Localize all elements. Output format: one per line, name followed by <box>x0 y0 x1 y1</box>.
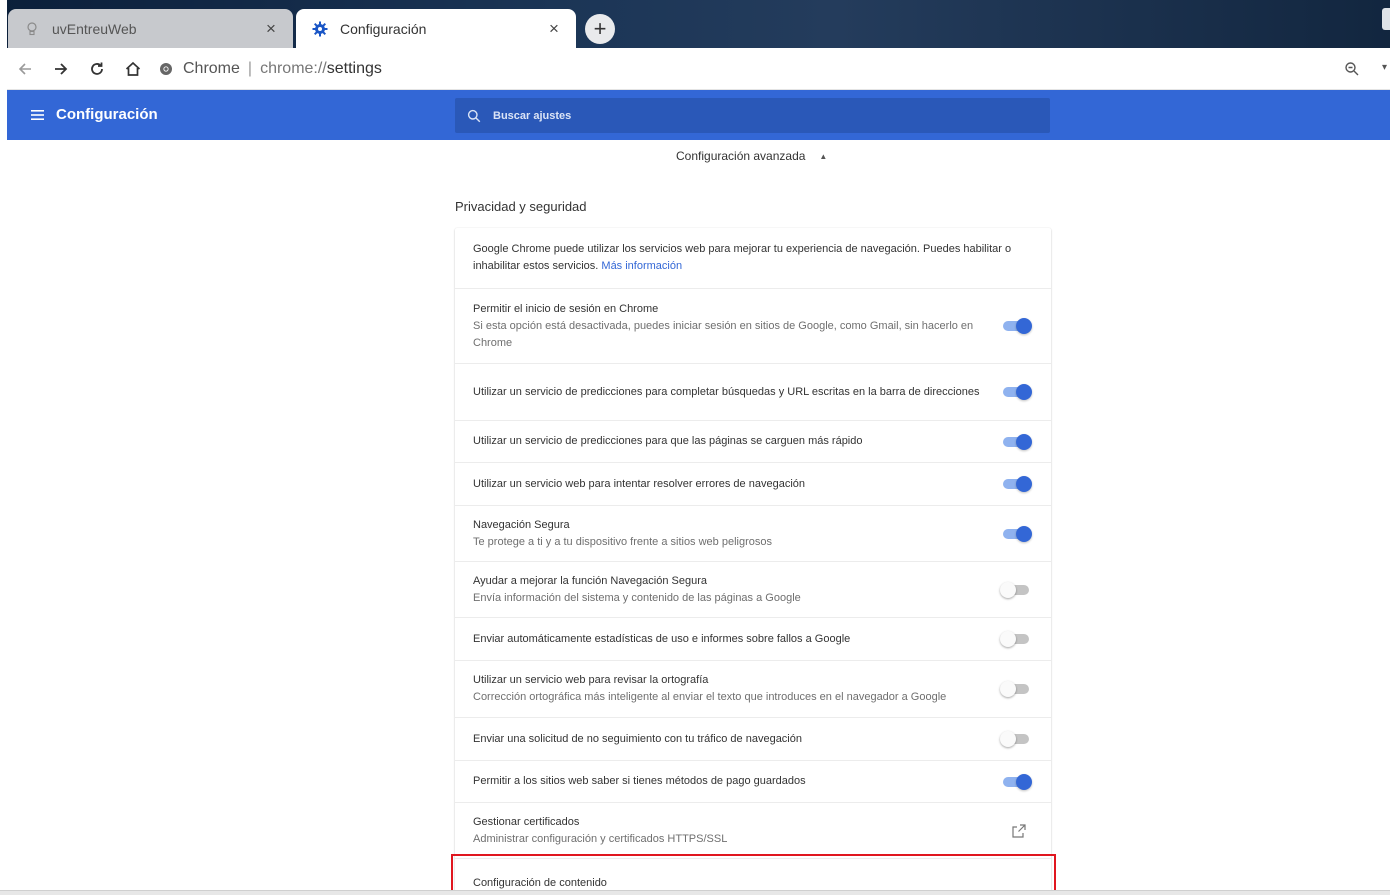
setting-label: Utilizar un servicio web para revisar la… <box>473 674 709 686</box>
advanced-settings-label: Configuración avanzada <box>676 149 806 163</box>
setting-row-safe-browsing-report[interactable]: Ayudar a mejorar la función Navegación S… <box>455 561 1051 617</box>
setting-row-spellcheck[interactable]: Utilizar un servicio web para revisar la… <box>455 660 1051 717</box>
nav-errors-toggle[interactable] <box>1000 476 1032 492</box>
new-tab-button[interactable]: + <box>585 14 615 44</box>
url-path: settings <box>326 59 382 77</box>
search-input[interactable] <box>493 109 1013 122</box>
external-link-icon[interactable] <box>1011 823 1027 839</box>
home-icon <box>125 61 141 76</box>
setting-sublabel: Te protege a ti y a tu dispositivo frent… <box>473 535 772 548</box>
setting-label: Permitir el inicio de sesión en Chrome <box>473 302 659 315</box>
site-info-chip[interactable]: Chrome <box>159 60 240 78</box>
setting-sublabel: Si esta opción está desactivada, puedes … <box>473 319 974 349</box>
tab-title: Configuración <box>340 20 427 37</box>
intro-text: Google Chrome puede utilizar los servici… <box>473 241 1017 275</box>
search-predictions-toggle[interactable] <box>1000 384 1032 400</box>
reload-icon <box>91 62 103 75</box>
tab-strip: uvEntreuWeb × Configuración × + <box>0 0 1390 48</box>
safe-browsing-toggle[interactable] <box>1000 525 1032 542</box>
search-icon <box>467 109 481 122</box>
omnibox-separator: | <box>247 59 253 77</box>
page-preload-toggle[interactable] <box>1000 433 1032 450</box>
setting-label: Enviar automáticamente estadísticas de u… <box>473 632 851 645</box>
tab-uventreuweb[interactable]: uvEntreuWeb × <box>8 9 293 48</box>
do-not-track-toggle[interactable] <box>1000 731 1032 747</box>
setting-row-certificates[interactable]: Gestionar certificados Administrar confi… <box>455 802 1051 858</box>
signin-toggle[interactable] <box>1000 318 1032 334</box>
arrow-right-icon <box>55 62 68 75</box>
setting-label: Utilizar un servicio de predicciones par… <box>473 435 863 447</box>
usage-stats-toggle[interactable] <box>1000 631 1032 647</box>
hamburger-menu-icon[interactable] <box>29 107 47 123</box>
settings-search[interactable] <box>455 98 1050 133</box>
browser-toolbar: Chrome | chrome://settings ▾ <box>7 48 1390 90</box>
forward-button[interactable] <box>43 51 79 87</box>
setting-row-do-not-track[interactable]: Enviar una solicitud de no seguimiento c… <box>455 717 1051 760</box>
setting-sublabel: Envía información del sistema y contenid… <box>473 591 801 604</box>
learn-more-link[interactable]: Más información <box>601 260 682 272</box>
spellcheck-toggle[interactable] <box>1000 681 1032 697</box>
home-button[interactable] <box>115 51 151 87</box>
caret-up-icon: ▲ <box>819 151 828 161</box>
setting-row-signin[interactable]: Permitir el inicio de sesión en Chrome S… <box>455 288 1051 363</box>
window-edge <box>1382 8 1390 30</box>
setting-label: Utilizar un servicio web para intentar r… <box>473 477 805 490</box>
setting-row-search-predictions[interactable]: Utilizar un servicio de predicciones par… <box>455 363 1051 420</box>
tab-title: uvEntreuWeb <box>52 20 137 37</box>
setting-row-page-preload[interactable]: Utilizar un servicio de predicciones par… <box>455 420 1051 462</box>
chevron-down-icon[interactable]: ▾ <box>1382 62 1390 76</box>
chrome-logo-icon <box>160 62 172 75</box>
address-bar[interactable]: Chrome | chrome://settings <box>159 60 382 78</box>
intro-row: Google Chrome puede utilizar los servici… <box>455 228 1051 288</box>
setting-label: Navegación Segura <box>473 518 570 531</box>
section-title: Privacidad y seguridad <box>455 199 587 214</box>
bulb-icon <box>22 19 42 39</box>
setting-row-payment-methods[interactable]: Permitir a los sitios web saber si tiene… <box>455 760 1051 802</box>
page-title: Configuración <box>56 106 158 123</box>
tab-close-icon[interactable]: × <box>261 19 281 39</box>
setting-row-safe-browsing[interactable]: Navegación Segura Te protege a ti y a tu… <box>455 505 1051 561</box>
url-scheme: chrome:// <box>260 59 327 77</box>
payment-methods-toggle[interactable] <box>1000 773 1032 790</box>
setting-label: Enviar una solicitud de no seguimiento c… <box>473 732 802 745</box>
privacy-settings-card: Google Chrome puede utilizar los servici… <box>455 228 1051 895</box>
window-bottom-edge <box>0 890 1390 895</box>
setting-label: Utilizar un servicio de predicciones par… <box>473 385 980 398</box>
zoom-out-icon <box>1345 62 1359 76</box>
intro-description: Google Chrome puede utilizar los servici… <box>473 243 1012 272</box>
setting-label: Gestionar certificados <box>473 815 580 828</box>
setting-label: Ayudar a mejorar la función Navegación S… <box>473 574 707 587</box>
setting-sublabel: Administrar configuración y certificados… <box>473 832 728 845</box>
gear-icon <box>310 19 330 39</box>
back-button[interactable] <box>7 51 43 87</box>
setting-row-nav-errors[interactable]: Utilizar un servicio web para intentar r… <box>455 462 1051 505</box>
zoom-button[interactable] <box>1338 55 1366 83</box>
advanced-settings-toggle[interactable]: Configuración avanzada ▲ <box>676 149 827 163</box>
settings-header: Configuración <box>7 90 1390 140</box>
setting-label: Permitir a los sitios web saber si tiene… <box>473 775 806 787</box>
setting-row-usage-stats[interactable]: Enviar automáticamente estadísticas de u… <box>455 617 1051 660</box>
reload-button[interactable] <box>79 51 115 87</box>
site-label: Chrome <box>183 59 240 77</box>
tab-close-icon[interactable]: × <box>544 19 564 39</box>
tab-configuracion[interactable]: Configuración × <box>296 9 576 48</box>
setting-sublabel: Corrección ortográfica más inteligente a… <box>473 691 947 703</box>
arrow-left-icon <box>18 62 31 75</box>
safe-browsing-report-toggle[interactable] <box>1000 581 1032 598</box>
